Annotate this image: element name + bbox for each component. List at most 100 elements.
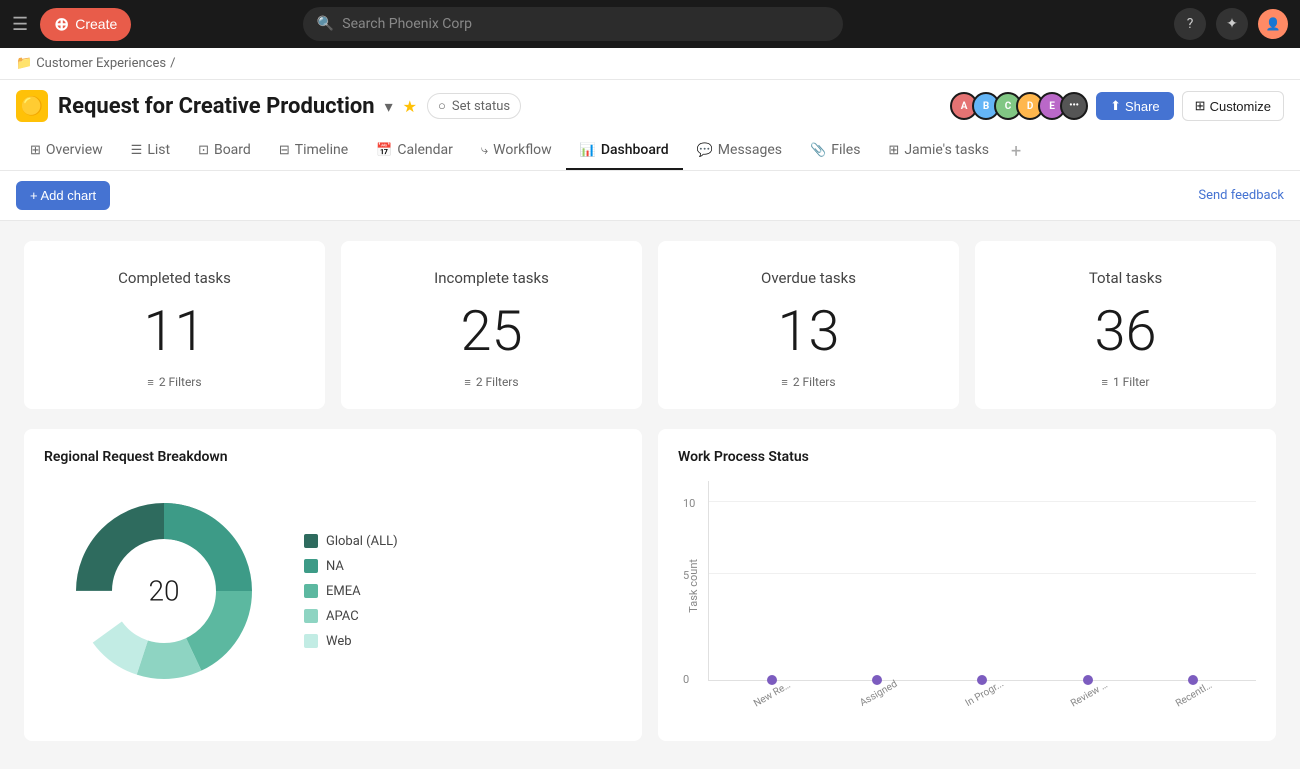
tab-messages-label: Messages: [718, 142, 782, 158]
notifications-button[interactable]: ✦: [1216, 8, 1248, 40]
charts-row: Regional Request Breakdown: [24, 429, 1276, 741]
tab-files[interactable]: 📎 Files: [796, 132, 874, 170]
legend-dot-na: [304, 559, 318, 573]
plus-icon: ⊕: [54, 14, 69, 35]
y-tick-5: 5: [683, 569, 689, 582]
customize-button[interactable]: ⊞ Customize: [1182, 91, 1284, 121]
help-button[interactable]: ?: [1174, 8, 1206, 40]
bars-container: [709, 481, 1256, 680]
bar-chart-card: Work Process Status Task count 10 5: [658, 429, 1276, 741]
stat-incomplete-number: 25: [460, 303, 522, 359]
legend-label-na: NA: [326, 559, 344, 574]
chevron-down-icon[interactable]: ▾: [385, 97, 393, 116]
tab-jamies-tasks-label: Jamie's tasks: [904, 142, 989, 158]
bar-new-req-dot: [767, 675, 777, 685]
stat-card-total: Total tasks 36 ≡ 1 Filter: [975, 241, 1276, 409]
tab-workflow[interactable]: ⤷ Workflow: [467, 132, 566, 170]
share-label: Share: [1125, 99, 1160, 114]
bar-chart-area: 10 5 0: [708, 481, 1256, 721]
breadcrumb-parent[interactable]: Customer Experiences: [36, 56, 166, 71]
avatar-overflow[interactable]: •••: [1060, 92, 1088, 120]
star-icon[interactable]: ★: [403, 97, 417, 116]
set-status-button[interactable]: ○ Set status: [427, 93, 521, 119]
legend-dot-emea: [304, 584, 318, 598]
tab-board-label: Board: [214, 142, 251, 158]
stat-incomplete-filter[interactable]: ≡ 2 Filters: [464, 375, 518, 389]
timeline-icon: ⊟: [279, 143, 290, 158]
stat-card-completed: Completed tasks 11 ≡ 2 Filters: [24, 241, 325, 409]
share-icon: ⬆: [1110, 98, 1121, 114]
tab-list[interactable]: ☰ List: [117, 132, 184, 170]
tab-board[interactable]: ⊡ Board: [184, 132, 265, 170]
x-labels: New Req... Assigned In Progr... Review a…: [708, 681, 1256, 721]
stat-total-filter[interactable]: ≡ 1 Filter: [1102, 375, 1150, 389]
set-status-label: Set status: [452, 99, 510, 114]
tab-jamies-tasks[interactable]: ⊞ Jamie's tasks: [874, 132, 1003, 170]
legend-dot-web: [304, 634, 318, 648]
stat-total-label: Total tasks: [1089, 269, 1162, 287]
x-label-review: Review a...: [1069, 678, 1123, 728]
legend-item-web: Web: [304, 634, 398, 649]
donut-chart-title: Regional Request Breakdown: [44, 449, 622, 465]
legend-item-global: Global (ALL): [304, 534, 398, 549]
x-label-recently: Recently...: [1174, 678, 1228, 728]
messages-icon: 💬: [697, 143, 713, 158]
tab-timeline[interactable]: ⊟ Timeline: [265, 132, 362, 170]
tab-calendar-label: Calendar: [397, 142, 453, 158]
top-nav: ☰ ⊕ Create 🔍 Search Phoenix Corp ? ✦ 👤: [0, 0, 1300, 48]
tab-workflow-label: Workflow: [493, 142, 552, 158]
add-tab-button[interactable]: +: [1003, 133, 1029, 170]
circle-icon: ○: [438, 98, 446, 114]
tab-calendar[interactable]: 📅 Calendar: [362, 132, 467, 170]
legend-item-apac: APAC: [304, 609, 398, 624]
page-title: Request for Creative Production: [58, 94, 375, 119]
project-header: 🟡 Request for Creative Production ▾ ★ ○ …: [0, 80, 1300, 171]
stat-incomplete-filter-label: 2 Filters: [476, 375, 519, 389]
filter-icon: ≡: [464, 376, 470, 389]
x-label-inprogress: In Progr...: [963, 678, 1017, 728]
stat-cards: Completed tasks 11 ≡ 2 Filters Incomplet…: [24, 241, 1276, 409]
legend-item-na: NA: [304, 559, 398, 574]
add-chart-button[interactable]: + Add chart: [16, 181, 110, 210]
legend-dot-global: [304, 534, 318, 548]
hamburger-icon[interactable]: ☰: [12, 14, 28, 35]
legend-label-emea: EMEA: [326, 584, 361, 599]
legend-label-apac: APAC: [326, 609, 359, 624]
tab-overview[interactable]: ⊞ Overview: [16, 132, 117, 170]
header-actions: A B C D E ••• ⬆ Share ⊞ Customize: [950, 91, 1284, 121]
board-icon: ⊡: [198, 143, 209, 158]
files-icon: 📎: [810, 143, 826, 158]
tab-dashboard[interactable]: 📊 Dashboard: [566, 132, 683, 170]
bar-recently-dot: [1188, 675, 1198, 685]
stat-completed-number: 11: [143, 303, 205, 359]
tab-messages[interactable]: 💬 Messages: [683, 132, 796, 170]
x-label-new-req: New Req...: [752, 678, 806, 728]
add-chart-label: + Add chart: [30, 188, 96, 203]
send-feedback-link[interactable]: Send feedback: [1198, 188, 1284, 203]
customize-icon: ⊞: [1195, 98, 1206, 114]
create-button[interactable]: ⊕ Create: [40, 8, 131, 41]
tab-overview-label: Overview: [46, 142, 103, 158]
stat-completed-filter[interactable]: ≡ 2 Filters: [147, 375, 201, 389]
legend-item-emea: EMEA: [304, 584, 398, 599]
donut-container: 20 Global (ALL) NA EMEA: [44, 481, 622, 701]
profile-avatar[interactable]: 👤: [1258, 9, 1288, 39]
workflow-icon: ⤷: [481, 143, 488, 158]
main-content: Completed tasks 11 ≡ 2 Filters Incomplet…: [0, 221, 1300, 769]
share-button[interactable]: ⬆ Share: [1096, 92, 1174, 120]
tab-files-label: Files: [831, 142, 860, 158]
search-bar[interactable]: 🔍 Search Phoenix Corp: [303, 7, 843, 41]
donut-svg: 20: [64, 491, 264, 691]
y-axis-label: Task count: [687, 559, 700, 613]
stat-completed-filter-label: 2 Filters: [159, 375, 202, 389]
folder-icon: 📁: [16, 56, 32, 71]
toolbar: + Add chart Send feedback: [0, 171, 1300, 221]
stat-overdue-label: Overdue tasks: [761, 269, 856, 287]
stat-overdue-filter[interactable]: ≡ 2 Filters: [781, 375, 835, 389]
bar-chart-outer: Task count 10 5 0: [678, 481, 1256, 721]
y-tick-10: 10: [683, 497, 695, 510]
tab-list-label: List: [147, 142, 170, 158]
x-label-assigned: Assigned: [857, 678, 911, 728]
nav-right: ? ✦ 👤: [1174, 8, 1288, 40]
legend-dot-apac: [304, 609, 318, 623]
